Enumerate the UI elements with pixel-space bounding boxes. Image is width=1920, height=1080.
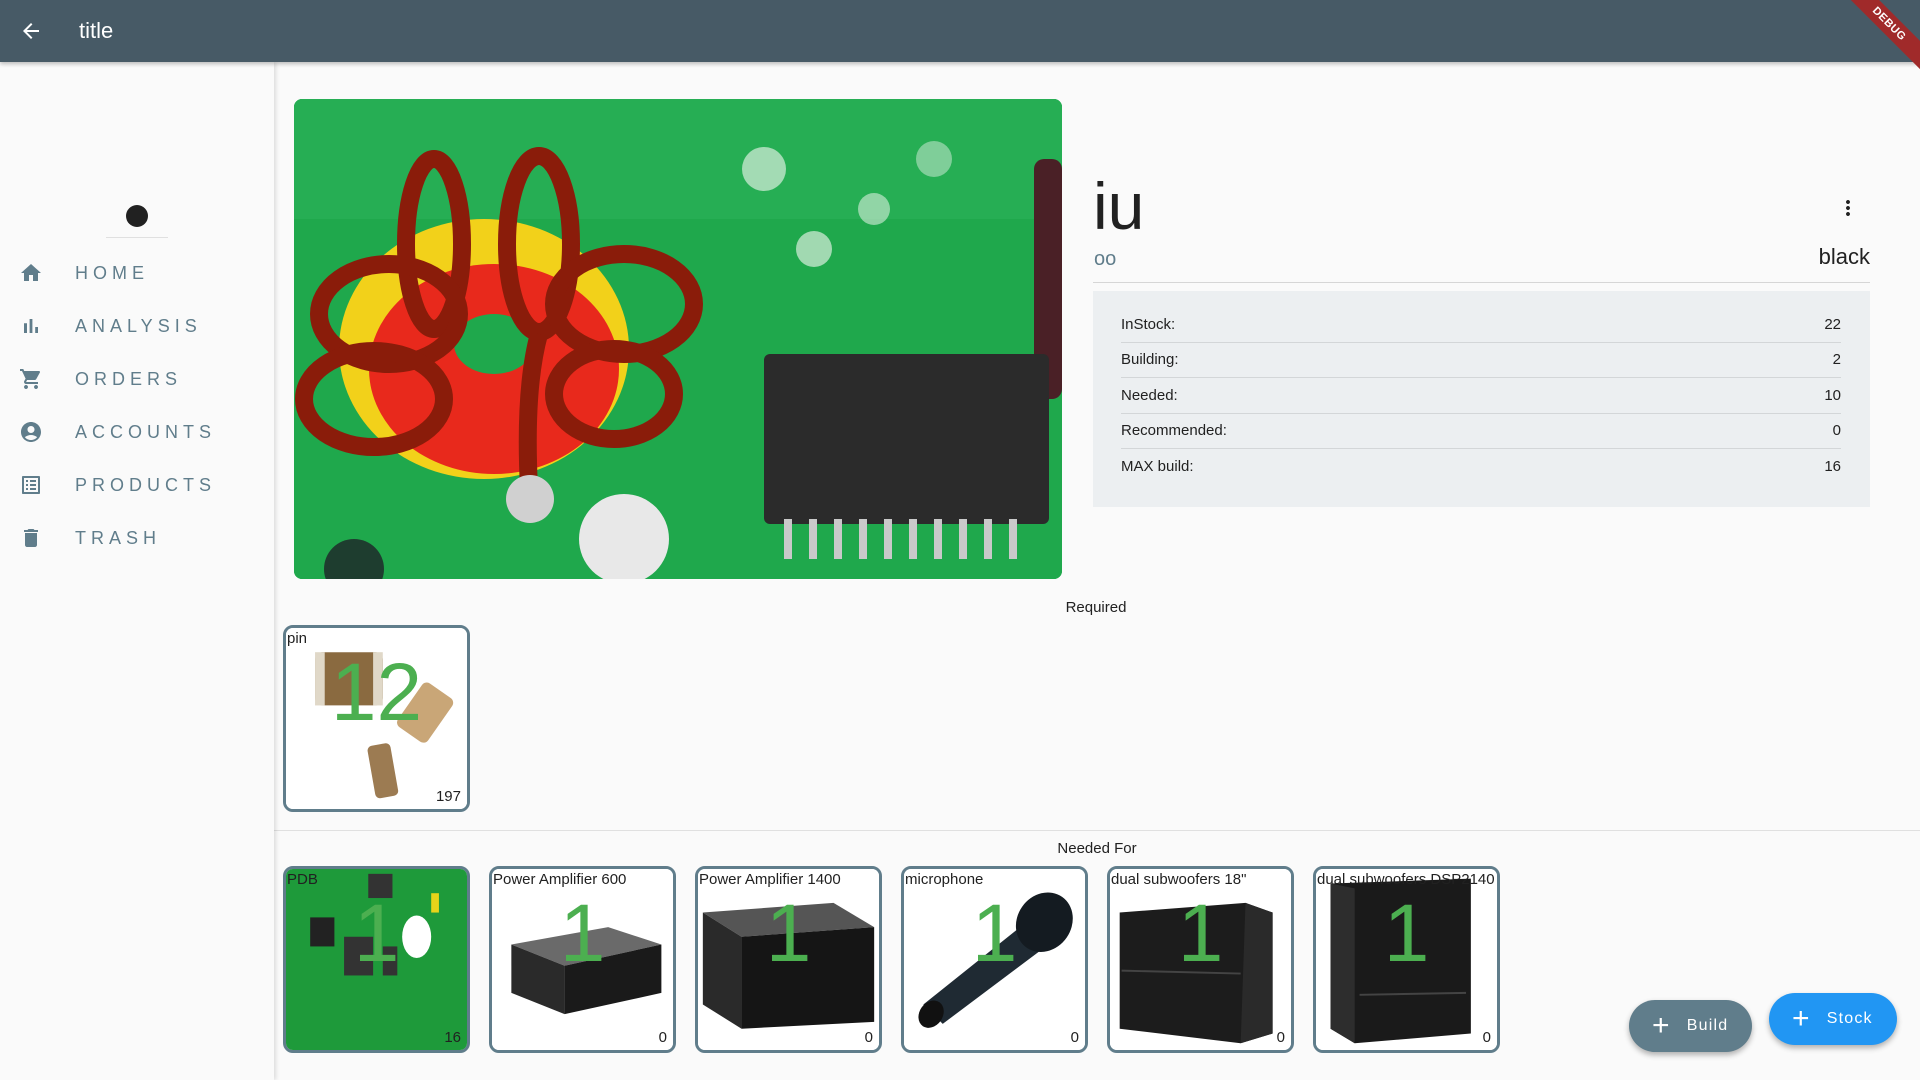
sidebar-item-label: PRODUCTS [75, 474, 217, 495]
product-image [294, 99, 1062, 579]
card-count: 1 [1177, 888, 1224, 979]
title-divider [1093, 282, 1870, 283]
card-stock: 16 [444, 1029, 461, 1046]
section-divider [274, 830, 1920, 831]
card-stock: 197 [435, 788, 461, 805]
card-stock: 0 [1276, 1029, 1285, 1046]
sidebar-item-label: ACCOUNTS [75, 421, 217, 442]
needed-for-card[interactable]: PDB 1 16 [283, 866, 470, 1053]
card-stock: 0 [864, 1029, 873, 1046]
sidebar-item-label: ANALYSIS [75, 315, 202, 336]
trash-icon [19, 526, 43, 550]
needed-for-card[interactable]: dual subwoofers 18" 1 0 [1107, 866, 1294, 1053]
stat-label: Building: [1121, 351, 1179, 369]
sidebar-item-label: ORDERS [75, 368, 183, 389]
sidebar-item-home[interactable]: HOME [0, 249, 274, 297]
sidebar-item-trash[interactable]: TRASH [0, 514, 274, 562]
product-subtitle: oo [1094, 248, 1117, 270]
sidebar: HOME ANALYSIS ORDERS ACCOUNTS PRODUCTS T… [0, 62, 274, 1080]
card-stock: 0 [1070, 1029, 1079, 1046]
stat-value: 22 [1824, 315, 1841, 333]
needed-for-card[interactable]: dual subwoofers DSP2140 1 0 [1313, 866, 1500, 1053]
debug-banner: DEBUG [1835, 0, 1920, 78]
app-bar: title DEBUG [0, 0, 1920, 78]
card-count: 1 [765, 888, 812, 979]
build-button-label: Build [1686, 1017, 1729, 1034]
add-icon: + [1652, 1009, 1671, 1042]
stat-label: InStock: [1121, 315, 1176, 333]
stock-stats-panel: InStock: 22 Building: 2 Needed: 10 Recom… [1093, 291, 1870, 507]
stat-value: 2 [1832, 351, 1841, 369]
card-stock: 0 [658, 1029, 667, 1046]
toroidal-inductor-illustration [294, 99, 1062, 579]
product-name: iu [1093, 169, 1145, 243]
card-name: microphone [905, 871, 984, 888]
stat-value: 0 [1832, 422, 1841, 440]
card-count: 1 [559, 888, 606, 979]
card-name: dual subwoofers DSP2140 [1317, 871, 1495, 888]
account-circle-icon [19, 420, 43, 444]
stat-row-building: Building: 2 [1121, 343, 1841, 378]
more-vert-icon [1846, 200, 1850, 216]
stat-label: MAX build: [1121, 458, 1194, 476]
needed-for-card[interactable]: microphone 1 0 [901, 866, 1088, 1053]
home-icon [19, 261, 43, 285]
sidebar-item-label: TRASH [75, 527, 162, 548]
card-count: 1 [353, 888, 400, 979]
stock-button-label: Stock [1826, 1010, 1873, 1027]
needed-for-card[interactable]: Power Amplifier 1400 1 0 [695, 866, 882, 1053]
sidebar-item-label: HOME [75, 262, 149, 283]
stat-label: Needed: [1121, 386, 1178, 404]
stat-value: 16 [1824, 458, 1841, 476]
card-stock: 0 [1482, 1029, 1491, 1046]
card-name: Power Amplifier 1400 [699, 871, 841, 888]
required-heading: Required [1065, 599, 1127, 616]
list-icon [19, 473, 43, 497]
sidebar-item-orders[interactable]: ORDERS [0, 355, 274, 403]
stat-value: 10 [1824, 386, 1841, 404]
stat-row-instock: InStock: 22 [1121, 307, 1841, 343]
required-item-card[interactable]: pin 12 197 [283, 625, 470, 812]
more-options-button[interactable] [1836, 196, 1860, 220]
sidebar-item-analysis[interactable]: ANALYSIS [0, 302, 274, 350]
avatar[interactable] [126, 205, 148, 227]
cart-icon [19, 367, 43, 391]
build-button[interactable]: + Build [1629, 1000, 1752, 1052]
arrow-back-icon [23, 23, 39, 39]
needed-for-heading: Needed For [1057, 840, 1137, 857]
stat-label: Recommended: [1121, 422, 1227, 440]
card-count: 1 [1383, 888, 1430, 979]
bar-chart-icon [19, 314, 43, 338]
needed-for-card[interactable]: Power Amplifier 600 1 0 [489, 866, 676, 1053]
back-button[interactable] [0, 0, 62, 62]
app-title: title [79, 18, 114, 43]
card-name: PDB [287, 871, 318, 888]
stat-row-needed: Needed: 10 [1121, 378, 1841, 414]
add-icon: + [1792, 1002, 1811, 1035]
card-count: 1 [971, 888, 1018, 979]
stock-button[interactable]: + Stock [1769, 993, 1897, 1045]
card-count: 12 [330, 647, 423, 738]
sidebar-item-accounts[interactable]: ACCOUNTS [0, 408, 274, 456]
stat-row-recommended: Recommended: 0 [1121, 414, 1841, 449]
sidebar-divider [106, 237, 168, 238]
card-name: pin [287, 630, 308, 647]
card-name: dual subwoofers 18" [1111, 871, 1247, 888]
card-name: Power Amplifier 600 [493, 871, 627, 888]
sidebar-item-products[interactable]: PRODUCTS [0, 461, 274, 509]
product-color: black [1818, 244, 1870, 269]
stat-row-max-build: MAX build: 16 [1121, 449, 1841, 485]
